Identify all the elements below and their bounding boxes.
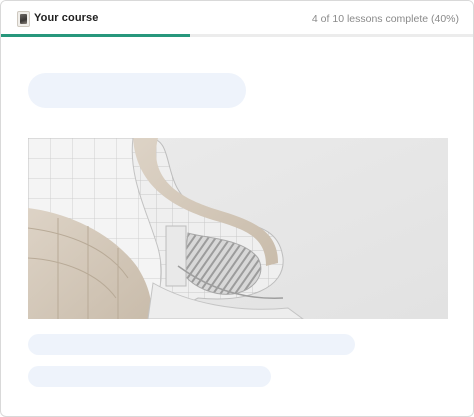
course-title[interactable]: Your course	[34, 12, 98, 24]
progress-label: 4 of 10 lessons complete (40%)	[311, 13, 459, 25]
progress-bar-fill	[1, 34, 190, 37]
course-window: Your course 4 of 10 lessons complete (40…	[0, 0, 474, 417]
lesson-title-placeholder	[28, 73, 246, 108]
course-thumbnail-icon	[17, 11, 30, 27]
lesson-text-placeholder	[28, 366, 271, 387]
lesson-hero-image	[28, 138, 448, 319]
architecture-photo-icon	[28, 138, 448, 319]
course-header: Your course 4 of 10 lessons complete (40…	[1, 1, 473, 35]
progress-bar	[1, 34, 473, 37]
lesson-text-placeholder	[28, 334, 355, 355]
